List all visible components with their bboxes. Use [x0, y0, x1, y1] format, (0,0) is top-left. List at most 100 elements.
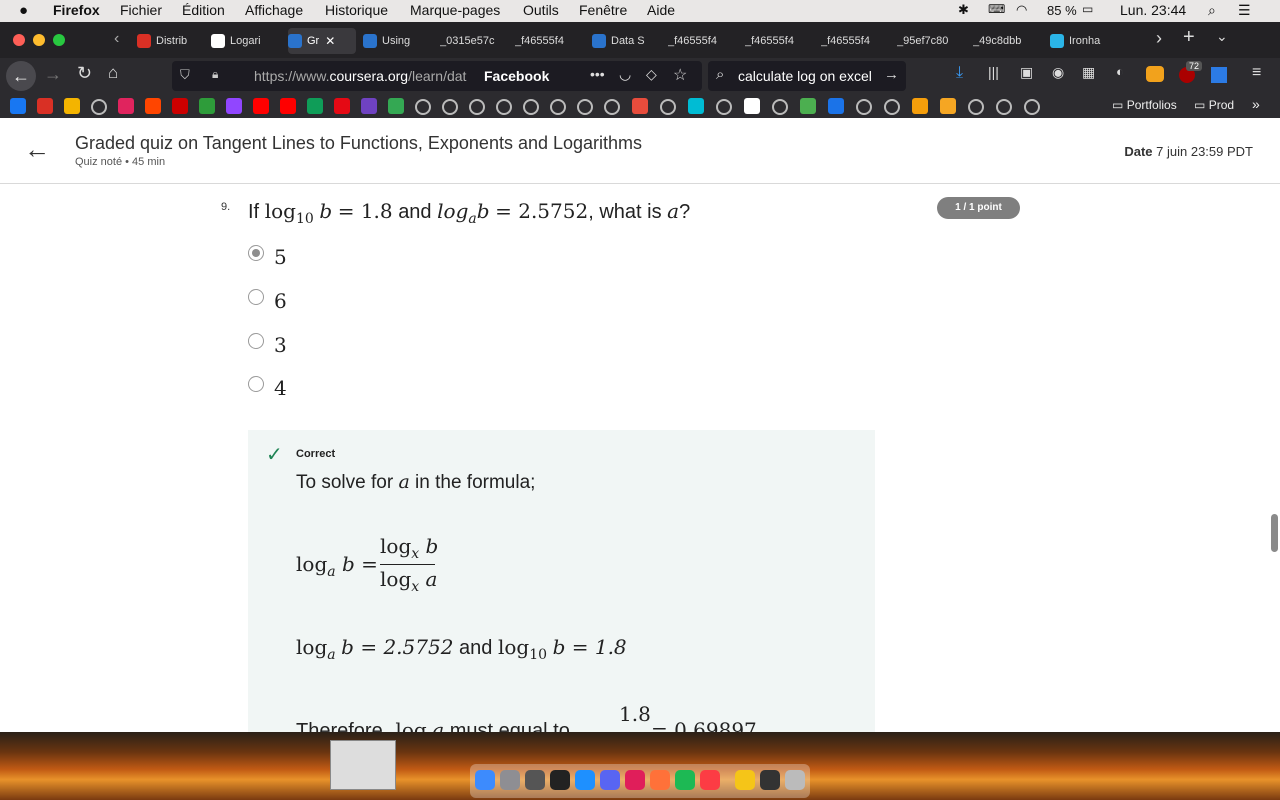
app-store-icon[interactable]: [575, 770, 595, 790]
bookmark-icon-24[interactable]: [632, 98, 648, 114]
tab-list-chevron-icon[interactable]: ⌄: [1216, 28, 1228, 45]
itunes-icon[interactable]: [700, 770, 720, 790]
menu-fichier[interactable]: Fichier: [120, 2, 162, 18]
bookmark-folder-prod[interactable]: ▭ Prod: [1194, 98, 1234, 112]
tab-5[interactable]: _0315e57c: [440, 28, 508, 54]
bookmark-icon-32[interactable]: [856, 99, 872, 115]
tab-3[interactable]: Gr ✕: [288, 28, 356, 54]
bookmark-icon-14[interactable]: [361, 98, 377, 114]
window-minimize-button[interactable]: [33, 34, 45, 46]
search-go-icon[interactable]: →: [884, 66, 899, 83]
library-icon[interactable]: |||: [988, 64, 999, 80]
spotlight-icon[interactable]: ⌕: [1208, 2, 1216, 19]
option-label-4[interactable]: 4: [274, 376, 287, 400]
tab-7[interactable]: Data S: [592, 28, 660, 54]
menu-marque-pages[interactable]: Marque-pages: [410, 2, 500, 18]
new-tab-button[interactable]: +: [1183, 26, 1195, 49]
menu-edition[interactable]: Édition: [182, 2, 225, 18]
bookmark-icon-23[interactable]: [604, 99, 620, 115]
option-label-2[interactable]: 6: [274, 289, 287, 313]
extension-owl-icon[interactable]: [1146, 66, 1164, 82]
apple-icon[interactable]: ●: [19, 2, 28, 19]
notes-icon[interactable]: [735, 770, 755, 790]
bookmark-icon-37[interactable]: [996, 99, 1012, 115]
tab-11[interactable]: _95ef7c80: [897, 28, 965, 54]
bookmark-icon-16[interactable]: [415, 99, 431, 115]
menu-outils[interactable]: Outils: [523, 2, 559, 18]
bookmark-icon-33[interactable]: [884, 99, 900, 115]
url-text[interactable]: https://www.coursera.org/learn/dat: [254, 68, 480, 84]
option-radio-2[interactable]: [248, 289, 264, 305]
discord-icon[interactable]: [600, 770, 620, 790]
bookmark-icon-22[interactable]: [577, 99, 593, 115]
bookmark-icon-12[interactable]: [307, 98, 323, 114]
close-tab-icon[interactable]: ✕: [325, 34, 335, 48]
bookmark-icon-6[interactable]: [145, 98, 161, 114]
tab-12[interactable]: _49c8dbb: [973, 28, 1043, 54]
bookmark-icon-17[interactable]: [442, 99, 458, 115]
page-action-facebook[interactable]: Facebook: [484, 68, 549, 84]
option-radio-1[interactable]: [248, 245, 264, 261]
menu-app-name[interactable]: Firefox: [53, 2, 100, 18]
url-bar[interactable]: ⛉ 🔒︎ https://www.coursera.org/learn/dat …: [172, 61, 702, 91]
option-label-3[interactable]: 3: [274, 333, 287, 357]
option-radio-4[interactable]: [248, 376, 264, 392]
bookmark-icon-19[interactable]: [496, 99, 512, 115]
back-arrow-icon[interactable]: ←: [24, 136, 50, 162]
notification-center-icon[interactable]: ☰: [1238, 2, 1251, 19]
clock[interactable]: Lun. 23:44: [1120, 2, 1186, 18]
bookmark-star-icon[interactable]: ☆: [673, 65, 687, 85]
spotify-icon[interactable]: [675, 770, 695, 790]
menu-historique[interactable]: Historique: [325, 2, 388, 18]
tab-4[interactable]: Using: [363, 28, 433, 54]
bookmark-icon-25[interactable]: [660, 99, 676, 115]
bookmark-icon-15[interactable]: [388, 98, 404, 114]
bookmark-icon-8[interactable]: [199, 98, 215, 114]
page-scrollbar-thumb[interactable]: [1271, 514, 1278, 552]
bookmark-icon-10[interactable]: [253, 98, 269, 114]
extension-icon[interactable]: ◐: [1116, 64, 1124, 79]
search-bar[interactable]: ⌕ calculate log on excel →: [708, 61, 906, 91]
bookmark-icon-35[interactable]: [940, 98, 956, 114]
page-actions-more-icon[interactable]: •••: [590, 66, 605, 82]
search-query[interactable]: calculate log on excel: [738, 68, 872, 84]
extension-blue-icon[interactable]: [1211, 67, 1227, 83]
bookmark-icon-7[interactable]: [172, 98, 188, 114]
wifi-icon[interactable]: ◠: [1016, 2, 1027, 18]
menu-affichage[interactable]: Affichage: [245, 2, 303, 18]
bookmark-icon-36[interactable]: [968, 99, 984, 115]
tab-10[interactable]: _f46555f4: [821, 28, 891, 54]
firefox-icon[interactable]: [650, 770, 670, 790]
tabs-scroll-right-icon[interactable]: ›: [1156, 28, 1162, 49]
bookmark-icon-28[interactable]: [744, 98, 760, 114]
bluetooth-icon[interactable]: ✱: [958, 2, 969, 18]
terminal-icon[interactable]: [550, 770, 570, 790]
launchpad-icon[interactable]: [500, 770, 520, 790]
extension-grid-icon[interactable]: ▦: [1082, 64, 1095, 81]
bookmark-icon-4[interactable]: [91, 99, 107, 115]
keyboard-icon[interactable]: ⌨: [988, 2, 1005, 16]
bookmark-icon-30[interactable]: [800, 98, 816, 114]
bookmark-icon-21[interactable]: [550, 99, 566, 115]
pocket-icon[interactable]: ◡: [619, 66, 631, 83]
tab-1[interactable]: Distrib: [137, 28, 205, 54]
bookmark-icon-29[interactable]: [772, 99, 788, 115]
bookmark-icon-38[interactable]: [1024, 99, 1040, 115]
window-close-button[interactable]: [13, 34, 25, 46]
finder-icon[interactable]: [475, 770, 495, 790]
tab-9[interactable]: _f46555f4: [745, 28, 815, 54]
desktop-window-thumbnail[interactable]: [330, 740, 396, 790]
bookmark-icon-34[interactable]: [912, 98, 928, 114]
system-preferences-icon[interactable]: [525, 770, 545, 790]
bookmark-icon-18[interactable]: [469, 99, 485, 115]
download-icon[interactable]: ⤓: [956, 64, 963, 82]
reload-icon[interactable]: ↻: [77, 63, 92, 84]
bookmark-icon-27[interactable]: [716, 99, 732, 115]
battery-icon[interactable]: ▭: [1082, 2, 1093, 16]
account-icon[interactable]: ◉: [1052, 64, 1064, 81]
tab-2[interactable]: Logari: [211, 28, 281, 54]
bookmark-icon-2[interactable]: [37, 98, 53, 114]
bookmark-icon-11[interactable]: [280, 98, 296, 114]
bookmarks-overflow-icon[interactable]: »: [1252, 96, 1260, 112]
bookmark-icon-31[interactable]: [828, 98, 844, 114]
